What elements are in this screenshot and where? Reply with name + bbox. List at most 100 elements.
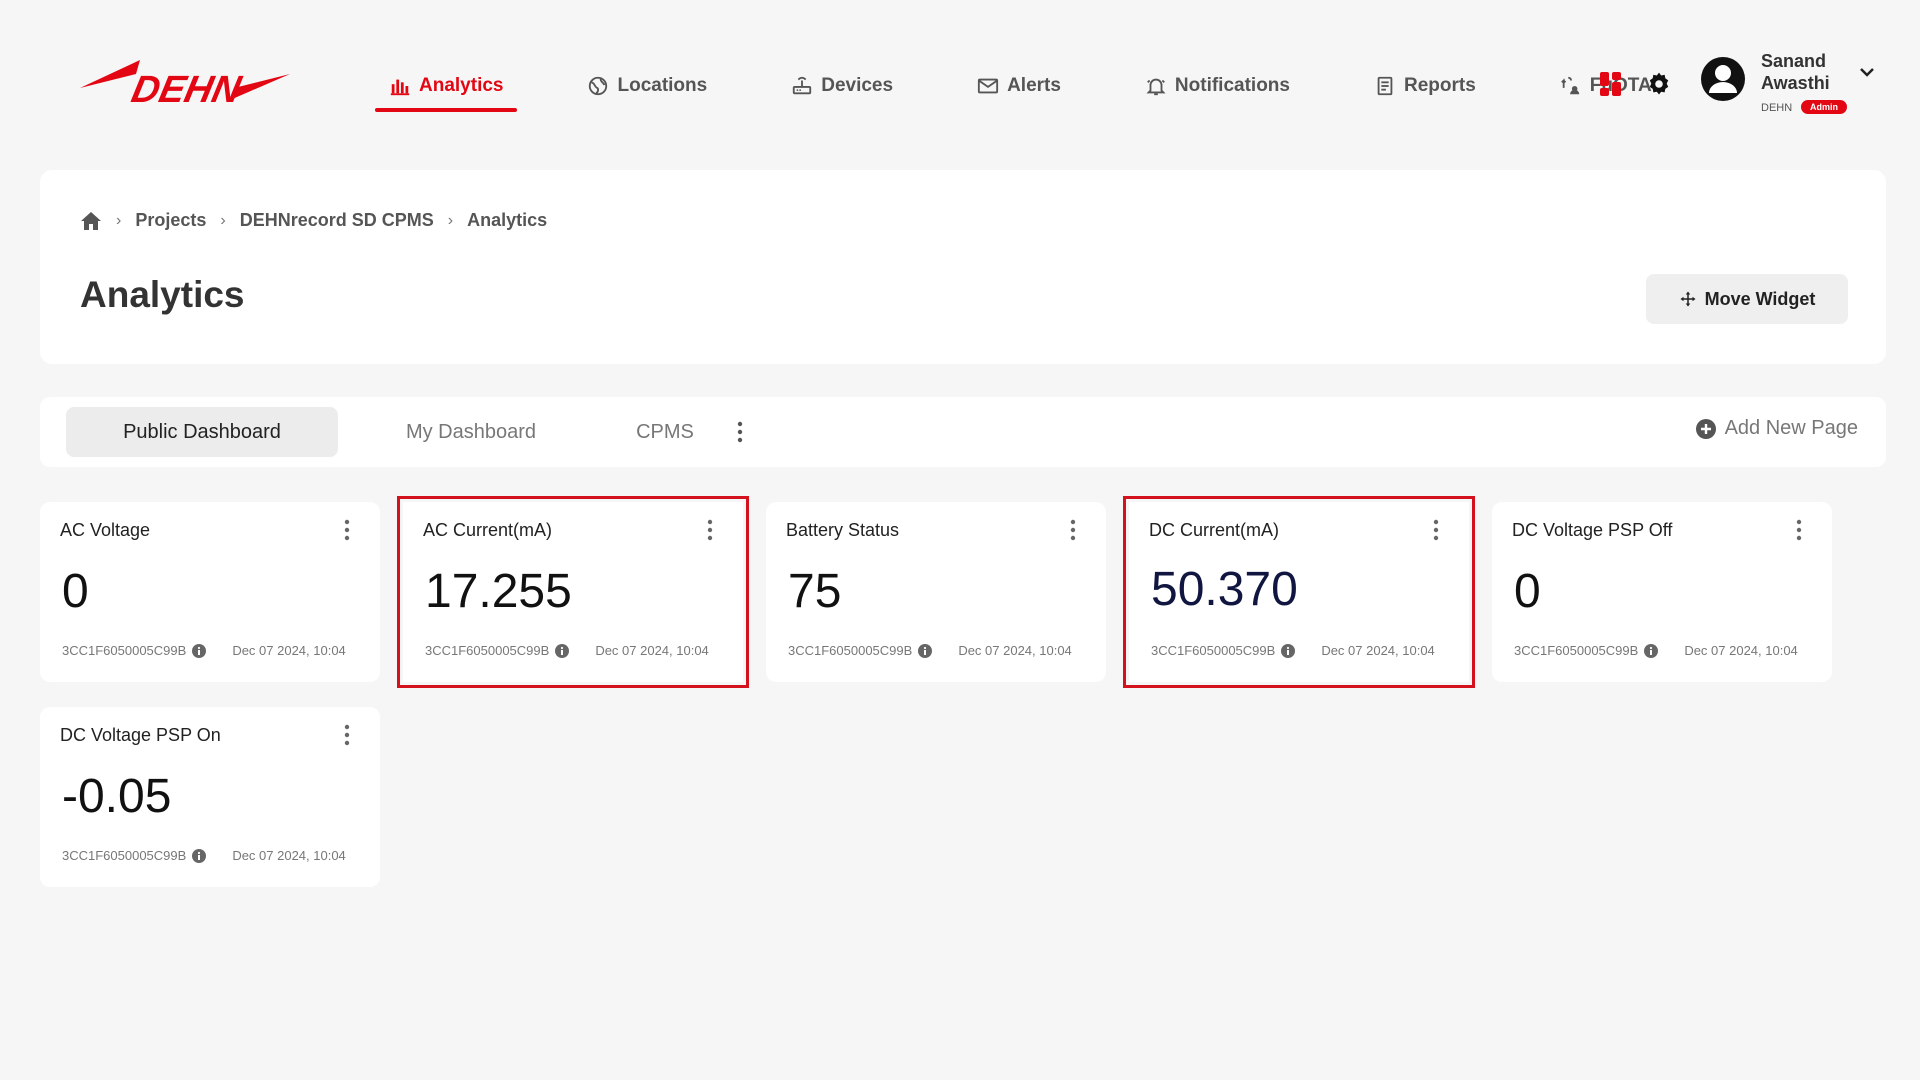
avatar-icon xyxy=(1701,57,1745,101)
timestamp: Dec 07 2024, 10:04 xyxy=(1684,643,1798,658)
more-vertical-icon[interactable] xyxy=(1429,518,1443,542)
tab-label: My Dashboard xyxy=(405,420,537,443)
user-menu[interactable]: Sanand Awasthi DEHN Admin xyxy=(1700,48,1900,120)
widget-dc-voltage-psp-on[interactable]: DC Voltage PSP On -0.05 3CC1F6050005C99B… xyxy=(40,707,380,887)
move-icon xyxy=(1680,291,1696,307)
nav-notifications[interactable]: Notifications xyxy=(1131,60,1304,112)
device-id: 3CC1F6050005C99B xyxy=(788,643,913,658)
nav-label: Alerts xyxy=(1007,75,1061,96)
widget-value: 0 xyxy=(62,565,89,618)
widget-title: AC Voltage xyxy=(60,520,151,540)
bell-icon xyxy=(1146,78,1166,96)
tab-my-dashboard[interactable]: My Dashboard xyxy=(366,407,576,457)
widget-title: DC Current(mA) xyxy=(1149,520,1280,540)
settings-button[interactable] xyxy=(1644,69,1674,99)
dashboard-grid-button[interactable] xyxy=(1596,69,1626,99)
plus-circle-icon xyxy=(1695,418,1716,439)
info-icon[interactable] xyxy=(1281,643,1296,658)
widget-footer: 3CC1F6050005C99B Dec 07 2024, 10:04 xyxy=(62,643,346,658)
add-new-page-button[interactable]: Add New Page xyxy=(1695,417,1858,440)
move-widget-button[interactable]: Move Widget xyxy=(1646,274,1848,324)
widget-dc-voltage-psp-off[interactable]: DC Voltage PSP Off 0 3CC1F6050005C99B De… xyxy=(1492,502,1832,682)
user-first-name: Sanand xyxy=(1761,51,1827,71)
chevron-right-icon: › xyxy=(447,211,454,229)
dashboard-tabs: Public Dashboard My Dashboard CPMS Add N… xyxy=(40,397,1886,467)
more-vertical-icon[interactable] xyxy=(703,518,717,542)
tool-icons xyxy=(1596,62,1674,106)
widget-value: 50.370 xyxy=(1151,563,1298,616)
nav-label: Reports xyxy=(1403,75,1476,96)
chevron-right-icon: › xyxy=(116,211,122,229)
widget-value: 0 xyxy=(1514,565,1541,618)
widget-footer: 3CC1F6050005C99B Dec 07 2024, 10:04 xyxy=(1514,643,1798,658)
nav-label: Devices xyxy=(821,75,894,96)
widget-footer: 3CC1F6050005C99B Dec 07 2024, 10:04 xyxy=(425,643,709,658)
timestamp: Dec 07 2024, 10:04 xyxy=(595,643,709,658)
timestamp: Dec 07 2024, 10:04 xyxy=(1321,643,1435,658)
widget-title: DC Voltage PSP Off xyxy=(1512,520,1673,540)
bar-chart-icon xyxy=(390,79,410,96)
nav-devices[interactable]: Devices xyxy=(777,60,907,112)
nav-label: Analytics xyxy=(419,75,504,96)
breadcrumb-project[interactable]: DEHNrecord SD CPMS xyxy=(240,210,434,231)
chevron-down-icon[interactable] xyxy=(1855,60,1879,84)
widget-title: DC Voltage PSP On xyxy=(60,725,221,745)
mail-icon xyxy=(977,78,999,94)
info-icon[interactable] xyxy=(192,643,207,658)
gear-icon xyxy=(1649,72,1669,95)
widget-value: -0.05 xyxy=(62,770,172,823)
device-id: 3CC1F6050005C99B xyxy=(62,643,187,658)
tab-cpms[interactable]: CPMS xyxy=(620,407,710,457)
device-id: 3CC1F6050005C99B xyxy=(425,643,550,658)
widget-footer: 3CC1F6050005C99B Dec 07 2024, 10:04 xyxy=(1151,643,1435,658)
dashboard-grid-icon xyxy=(1600,72,1621,96)
move-widget-label: Move Widget xyxy=(1704,288,1816,309)
widget-footer: 3CC1F6050005C99B Dec 07 2024, 10:04 xyxy=(62,848,346,863)
globe-icon xyxy=(589,76,608,96)
chevron-right-icon: › xyxy=(220,211,226,229)
dehn-logo[interactable]: DEHN xyxy=(80,54,290,114)
widget-value: 75 xyxy=(788,565,842,618)
user-org: DEHN xyxy=(1761,102,1793,114)
document-icon xyxy=(1377,76,1393,96)
page-title: Analytics xyxy=(80,274,245,315)
info-icon[interactable] xyxy=(918,643,933,658)
more-vertical-icon[interactable] xyxy=(1792,518,1806,542)
nav-alerts[interactable]: Alerts xyxy=(963,60,1075,112)
more-vertical-icon[interactable] xyxy=(730,419,750,445)
home-icon[interactable] xyxy=(80,211,102,231)
widget-ac-voltage[interactable]: AC Voltage 0 3CC1F6050005C99B Dec 07 202… xyxy=(40,502,380,682)
device-id: 3CC1F6050005C99B xyxy=(1514,643,1639,658)
device-id: 3CC1F6050005C99B xyxy=(1151,643,1276,658)
widget-title: Battery Status xyxy=(786,520,900,540)
widget-dc-current[interactable]: DC Current(mA) 50.370 3CC1F6050005C99B D… xyxy=(1123,496,1475,688)
top-navigation: DEHN Analytics Locations Devices Alerts … xyxy=(0,0,1920,150)
tab-public-dashboard[interactable]: Public Dashboard xyxy=(66,407,338,457)
timestamp: Dec 07 2024, 10:04 xyxy=(958,643,1072,658)
info-icon[interactable] xyxy=(192,848,207,863)
info-icon[interactable] xyxy=(555,643,570,658)
more-vertical-icon[interactable] xyxy=(340,723,354,747)
more-vertical-icon[interactable] xyxy=(340,518,354,542)
widget-title: AC Current(mA) xyxy=(423,520,553,540)
tab-label: Public Dashboard xyxy=(123,420,281,443)
user-name: Sanand Awasthi xyxy=(1761,50,1861,94)
device-id: 3CC1F6050005C99B xyxy=(62,848,187,863)
widget-ac-current[interactable]: AC Current(mA) 17.255 3CC1F6050005C99B D… xyxy=(397,496,749,688)
nav-locations[interactable]: Locations xyxy=(573,60,721,112)
nav-reports[interactable]: Reports xyxy=(1360,60,1490,112)
svg-text:DEHN: DEHN xyxy=(128,68,246,111)
info-icon[interactable] xyxy=(1644,643,1659,658)
widget-battery-status[interactable]: Battery Status 75 3CC1F6050005C99B Dec 0… xyxy=(766,502,1106,682)
tab-label: CPMS xyxy=(636,420,694,443)
main-nav: Analytics Locations Devices Alerts Notif… xyxy=(375,60,1666,112)
breadcrumb-projects[interactable]: Projects xyxy=(135,210,206,231)
user-last-name: Awasthi xyxy=(1761,73,1830,93)
breadcrumb: › Projects › DEHNrecord SD CPMS › Analyt… xyxy=(80,210,547,231)
add-new-page-label: Add New Page xyxy=(1724,417,1858,439)
breadcrumb-current: Analytics xyxy=(467,210,548,230)
widget-value: 17.255 xyxy=(425,565,572,618)
nav-analytics[interactable]: Analytics xyxy=(375,60,518,112)
more-vertical-icon[interactable] xyxy=(1066,518,1080,542)
page-header: › Projects › DEHNrecord SD CPMS › Analyt… xyxy=(40,170,1886,364)
